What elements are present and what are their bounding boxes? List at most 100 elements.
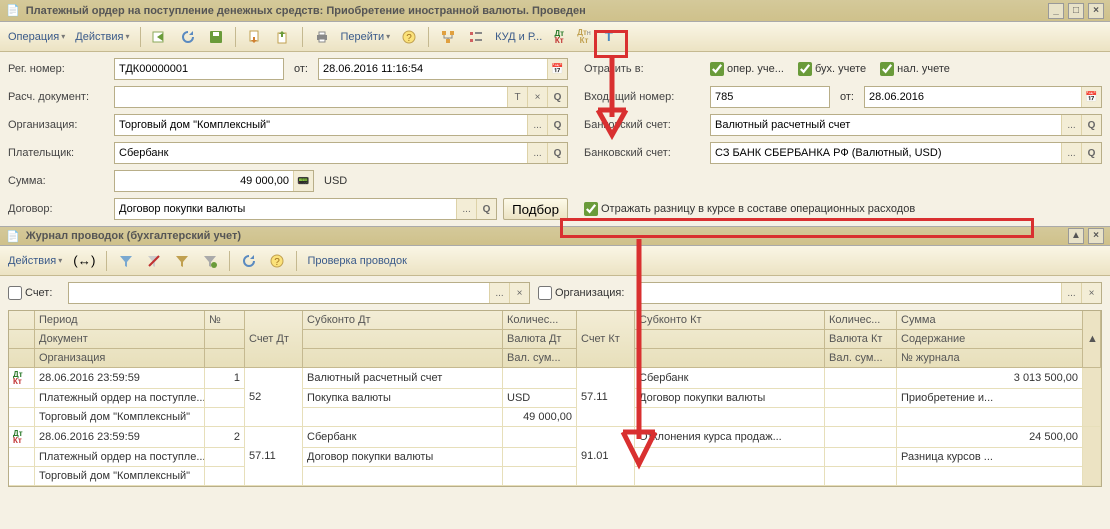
help2-button[interactable]: ? [264, 250, 290, 272]
table-row[interactable]: ДтКт28.06.2016 23:59:59152Валютный расче… [9, 368, 1101, 427]
grid-cell[interactable]: Платежный ордер на поступле... [35, 389, 205, 408]
filter-account-checkbox[interactable]: Счет: [8, 286, 52, 300]
grid-cell[interactable] [303, 467, 503, 486]
grid-cell[interactable] [897, 408, 1083, 427]
calendar-button[interactable]: 📅 [547, 59, 567, 79]
grid-cell[interactable] [635, 408, 825, 427]
rasch-t-button[interactable]: T [507, 87, 527, 107]
contract-select-button[interactable]: ... [456, 199, 476, 219]
grid-cell[interactable] [303, 408, 503, 427]
filter-org-checkbox[interactable]: Организация: [538, 286, 624, 300]
grid-cell[interactable]: Приобретение и... [897, 389, 1083, 408]
payer-field[interactable] [115, 143, 527, 163]
grid-cell[interactable]: 24 500,00 [897, 427, 1083, 448]
goto-menu[interactable]: Перейти [337, 31, 395, 43]
grid-cell[interactable] [825, 389, 897, 408]
grid-cell[interactable] [205, 467, 245, 486]
input-basis-button[interactable] [242, 26, 268, 48]
buh-checkbox[interactable]: бух. учете [798, 62, 866, 76]
col-num[interactable]: № [205, 311, 245, 330]
filter-account-field[interactable] [69, 283, 489, 303]
save-button[interactable] [203, 26, 229, 48]
filter1-button[interactable] [113, 250, 139, 272]
grid-cell[interactable] [825, 427, 897, 448]
grid-cell[interactable]: 57.11 [577, 368, 635, 427]
sum-field[interactable] [115, 171, 293, 191]
grid-cell[interactable]: 52 [245, 368, 303, 427]
contract-field[interactable] [115, 199, 456, 219]
journal-close-button[interactable]: × [1088, 228, 1104, 244]
grid-cell[interactable] [825, 467, 897, 486]
maximize-button[interactable]: □ [1068, 3, 1084, 19]
col-period[interactable]: Период [35, 311, 205, 330]
linked-button[interactable] [463, 26, 489, 48]
org-search-button[interactable]: Q [547, 115, 567, 135]
grid-cell[interactable]: 28.06.2016 23:59:59 [35, 368, 205, 389]
grid-cell[interactable]: 57.11 [245, 427, 303, 486]
bank2-search-button[interactable]: Q [1081, 143, 1101, 163]
grid-cell[interactable] [503, 448, 577, 467]
table-row[interactable]: ДтКт28.06.2016 23:59:59257.11Сбербанк 91.… [9, 427, 1101, 486]
dtkt-button[interactable]: ДтКт [548, 26, 570, 48]
payer-search-button[interactable]: Q [547, 143, 567, 163]
nal-checkbox[interactable]: нал. учете [880, 62, 950, 76]
grid-cell[interactable]: 1 [205, 368, 245, 389]
grid-cell[interactable] [635, 467, 825, 486]
filter-account-select[interactable]: ... [489, 283, 509, 303]
filter-org-select[interactable]: ... [1061, 283, 1081, 303]
grid-cell[interactable] [825, 408, 897, 427]
grid-cell[interactable] [503, 427, 577, 448]
bank2-select-button[interactable]: ... [1061, 143, 1081, 163]
grid-cell[interactable]: 28.06.2016 23:59:59 [35, 427, 205, 448]
filter-org-field[interactable] [641, 283, 1061, 303]
org-select-button[interactable]: ... [527, 115, 547, 135]
reflect-diff-checkbox[interactable]: Отражать разницу в курсе в составе опера… [584, 202, 915, 216]
bank1-select-button[interactable]: ... [1061, 115, 1081, 135]
col-acc-kt[interactable]: Счет Кт [577, 311, 635, 368]
close-button[interactable]: × [1088, 3, 1104, 19]
bank1-search-button[interactable]: Q [1081, 115, 1101, 135]
reg-date-field[interactable] [319, 59, 547, 79]
grid-cell[interactable] [9, 467, 35, 486]
journal-max-button[interactable]: ▲ [1068, 228, 1084, 244]
grid-cell[interactable]: 49 000,00 [503, 408, 577, 427]
dtkt-tax-button[interactable]: ДтнКт [572, 26, 596, 48]
grid-cell[interactable] [825, 448, 897, 467]
check-entries-link[interactable]: Проверка проводок [303, 255, 410, 267]
help-button[interactable]: ? [396, 26, 422, 48]
calendar2-button[interactable]: 📅 [1081, 87, 1101, 107]
grid-cell[interactable]: USD [503, 389, 577, 408]
col-qty-kt[interactable]: Количес... [825, 311, 897, 330]
grid-cell[interactable] [205, 389, 245, 408]
col-sum[interactable]: Сумма [897, 311, 1083, 330]
filter-off-button[interactable] [141, 250, 167, 272]
grid-cell[interactable]: Разница курсов ... [897, 448, 1083, 467]
create-basis-button[interactable] [270, 26, 296, 48]
grid-cell[interactable] [825, 368, 897, 389]
grid-cell[interactable]: ДтКт [9, 368, 35, 389]
grid-cell[interactable] [635, 448, 825, 467]
org-field[interactable] [115, 115, 527, 135]
grid-cell[interactable]: 91.01 [577, 427, 635, 486]
grid-cell[interactable] [9, 448, 35, 467]
grid-cell[interactable]: 3 013 500,00 [897, 368, 1083, 389]
grid-cell[interactable] [897, 467, 1083, 486]
incoming-date-field[interactable] [865, 87, 1081, 107]
grid-cell[interactable]: Сбербанк [303, 427, 503, 448]
grid-cell[interactable]: Валютный расчетный счет [303, 368, 503, 389]
rasch-search-button[interactable]: Q [547, 87, 567, 107]
filter2-button[interactable] [169, 250, 195, 272]
grid-cell[interactable]: ДтКт [9, 427, 35, 448]
grid-cell[interactable]: 2 [205, 427, 245, 448]
grid-cell[interactable]: Торговый дом "Комплексный" [35, 408, 205, 427]
filter3-button[interactable] [197, 250, 223, 272]
rasch-clear-button[interactable]: × [527, 87, 547, 107]
payer-select-button[interactable]: ... [527, 143, 547, 163]
post-button[interactable] [147, 26, 173, 48]
grid-cell[interactable]: Платежный ордер на поступле... [35, 448, 205, 467]
print-button[interactable] [309, 26, 335, 48]
reg-number-field[interactable] [115, 59, 283, 79]
grid-cell[interactable]: Покупка валюты [303, 389, 503, 408]
kud-link[interactable]: КУД и Р... [491, 31, 546, 43]
contract-search-button[interactable]: Q [476, 199, 496, 219]
